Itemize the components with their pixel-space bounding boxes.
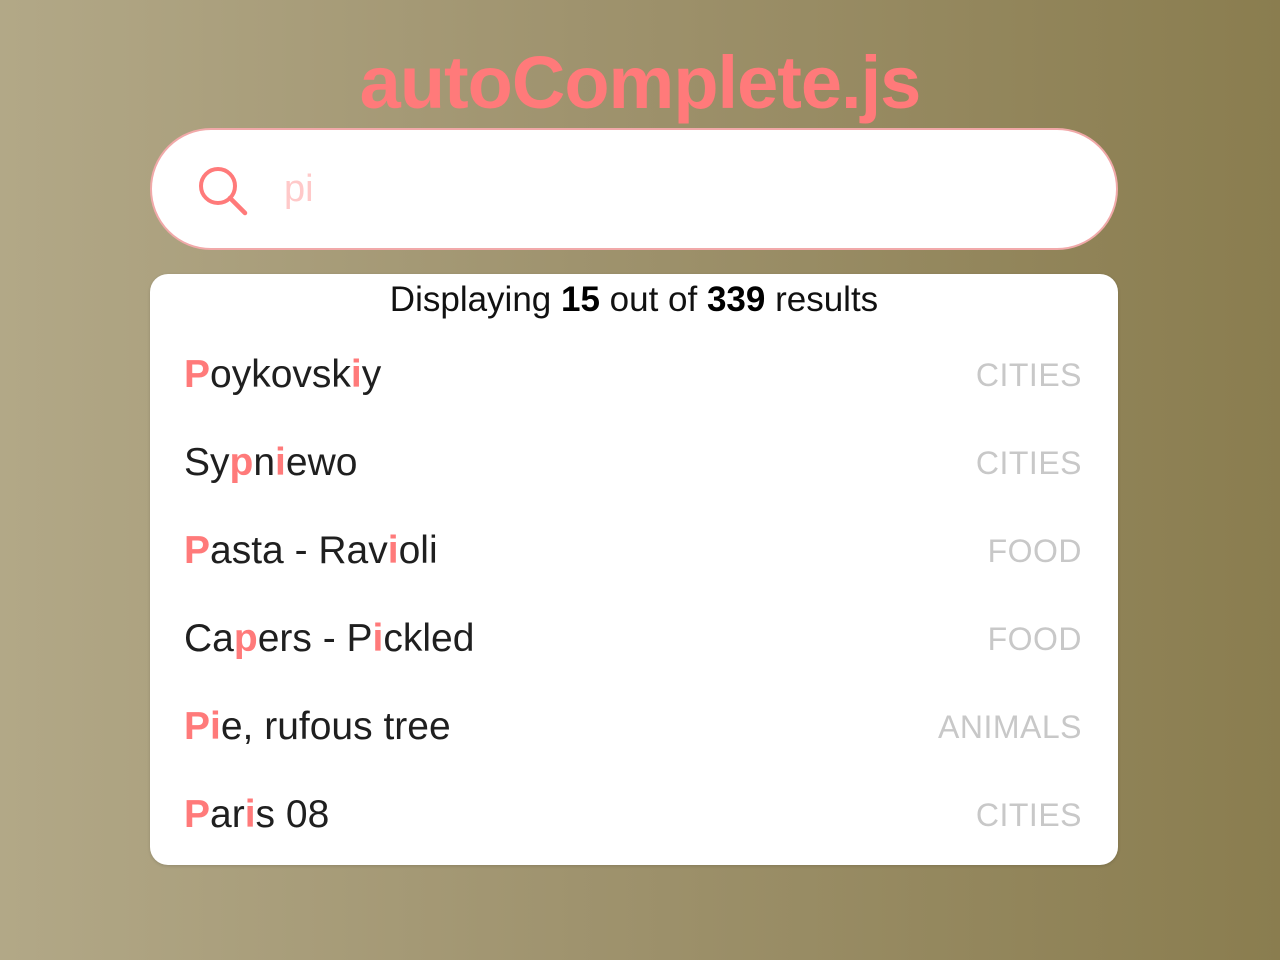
result-label: Capers - Pickled bbox=[184, 615, 474, 663]
result-item[interactable]: Sypniewo CITIES bbox=[150, 419, 1118, 507]
result-text: ers - P bbox=[257, 617, 373, 660]
result-text: ewo bbox=[285, 441, 358, 484]
result-text: asta - Rav bbox=[210, 529, 388, 572]
match-highlight: i bbox=[350, 353, 362, 396]
match-highlight: P bbox=[184, 529, 211, 572]
results-shown-count: 15 bbox=[561, 280, 600, 319]
result-category: FOOD bbox=[987, 621, 1082, 657]
match-highlight: i bbox=[387, 529, 399, 572]
search-input[interactable] bbox=[284, 158, 1064, 220]
result-category: CITIES bbox=[975, 357, 1082, 393]
result-label: Sypniewo bbox=[184, 439, 357, 487]
result-label: Pie, rufous tree bbox=[184, 703, 451, 751]
result-text: y bbox=[361, 353, 382, 396]
page-title: autoComplete.js bbox=[359, 41, 922, 124]
result-label: Paris 08 bbox=[184, 791, 329, 839]
result-text: n bbox=[253, 441, 276, 484]
results-info: Displaying 15 out of 339 results bbox=[0, 278, 1268, 322]
result-item[interactable]: Pasta - Ravioli FOOD bbox=[150, 507, 1118, 595]
result-category: ANIMALS bbox=[938, 709, 1082, 745]
results-info-middle: out of bbox=[599, 280, 707, 319]
result-text: oykovsk bbox=[210, 353, 351, 396]
search-icon[interactable] bbox=[196, 164, 250, 218]
result-item[interactable]: Capers - Pickled FOOD bbox=[150, 595, 1118, 683]
result-text: e, rufous tree bbox=[220, 705, 451, 748]
match-highlight: p bbox=[229, 441, 254, 484]
result-text: oli bbox=[398, 529, 438, 572]
results-info-prefix: Displaying bbox=[389, 280, 561, 319]
result-item[interactable]: Poykovskiy CITIES bbox=[150, 331, 1118, 419]
result-text: ar bbox=[210, 793, 245, 836]
match-highlight: i bbox=[244, 793, 256, 836]
match-highlight: i bbox=[372, 617, 384, 660]
match-highlight: P bbox=[184, 353, 211, 396]
match-highlight: Pi bbox=[184, 705, 221, 748]
result-category: CITIES bbox=[975, 797, 1082, 833]
result-text: Ca bbox=[184, 617, 234, 660]
results-info-suffix: results bbox=[765, 280, 879, 319]
result-text: s 08 bbox=[255, 793, 330, 836]
result-category: FOOD bbox=[987, 533, 1082, 569]
result-item[interactable]: Pie, rufous tree ANIMALS bbox=[150, 683, 1118, 771]
result-text: ckled bbox=[383, 617, 475, 660]
match-highlight: p bbox=[233, 617, 258, 660]
result-item[interactable]: Paris 08 CITIES bbox=[150, 771, 1118, 859]
result-category: CITIES bbox=[975, 445, 1082, 481]
result-label: Poykovskiy bbox=[184, 351, 381, 399]
match-highlight: i bbox=[275, 441, 286, 484]
results-total-count: 339 bbox=[706, 280, 766, 319]
result-label: Pasta - Ravioli bbox=[184, 527, 438, 575]
match-highlight: P bbox=[184, 793, 211, 836]
result-text: Sy bbox=[184, 441, 230, 484]
